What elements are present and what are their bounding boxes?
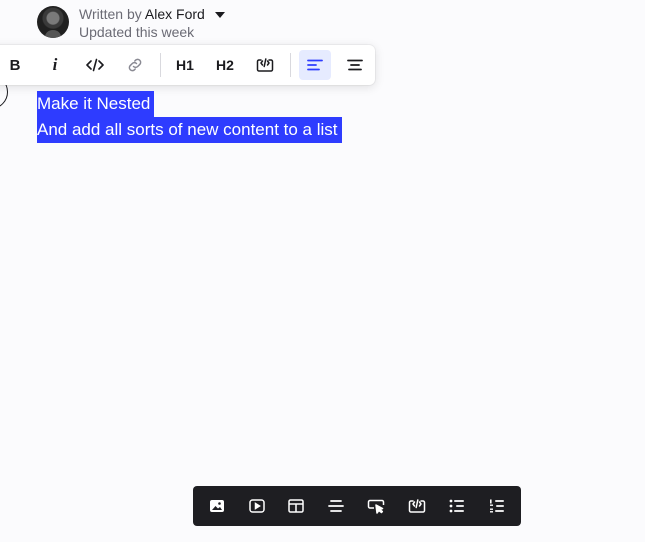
insert-toolbar (193, 486, 521, 526)
align-left-button[interactable] (299, 50, 331, 80)
numbered-list-icon (490, 499, 504, 513)
insert-table-button[interactable] (283, 494, 309, 518)
embed-icon (408, 499, 426, 513)
h1-button[interactable]: H1 (169, 50, 201, 80)
author-name[interactable]: Alex Ford (145, 6, 205, 22)
code-button[interactable] (79, 50, 111, 80)
video-icon (249, 499, 265, 513)
italic-button[interactable]: i (39, 50, 71, 80)
written-by-label: Written by (79, 6, 142, 22)
image-icon (210, 500, 224, 512)
list-item[interactable]: And add all sorts of new content to a li… (37, 117, 342, 143)
insert-embed-button[interactable] (404, 494, 430, 518)
embed-button[interactable] (249, 50, 281, 80)
insert-bullet-list-button[interactable] (444, 494, 470, 518)
insert-button-button[interactable] (363, 494, 389, 518)
insert-numbered-list-button[interactable] (484, 494, 510, 518)
insert-divider-button[interactable] (323, 494, 349, 518)
insert-image-button[interactable] (204, 494, 230, 518)
link-icon (128, 58, 142, 72)
h2-button[interactable]: H2 (209, 50, 241, 80)
align-center-icon (347, 59, 363, 71)
author-line[interactable]: Written by Alex Ford (79, 6, 225, 22)
list-item[interactable]: Make it Nested (37, 91, 155, 117)
align-center-button[interactable] (339, 50, 371, 80)
divider-icon (328, 500, 344, 512)
table-icon (288, 499, 304, 513)
author-avatar (37, 6, 69, 38)
updated-label: Updated this week (79, 24, 195, 40)
bullet-list-icon (449, 499, 464, 513)
bold-button[interactable]: B (0, 50, 31, 80)
align-left-icon (307, 59, 323, 71)
format-toolbar: B i H1 H2 (0, 45, 375, 85)
toolbar-divider (160, 53, 161, 77)
code-icon (86, 58, 104, 72)
button-icon (367, 499, 385, 514)
caret-down-icon[interactable] (214, 12, 225, 19)
link-button[interactable] (119, 50, 151, 80)
toolbar-divider (290, 53, 291, 77)
embed-icon (256, 58, 274, 72)
insert-video-button[interactable] (244, 494, 270, 518)
